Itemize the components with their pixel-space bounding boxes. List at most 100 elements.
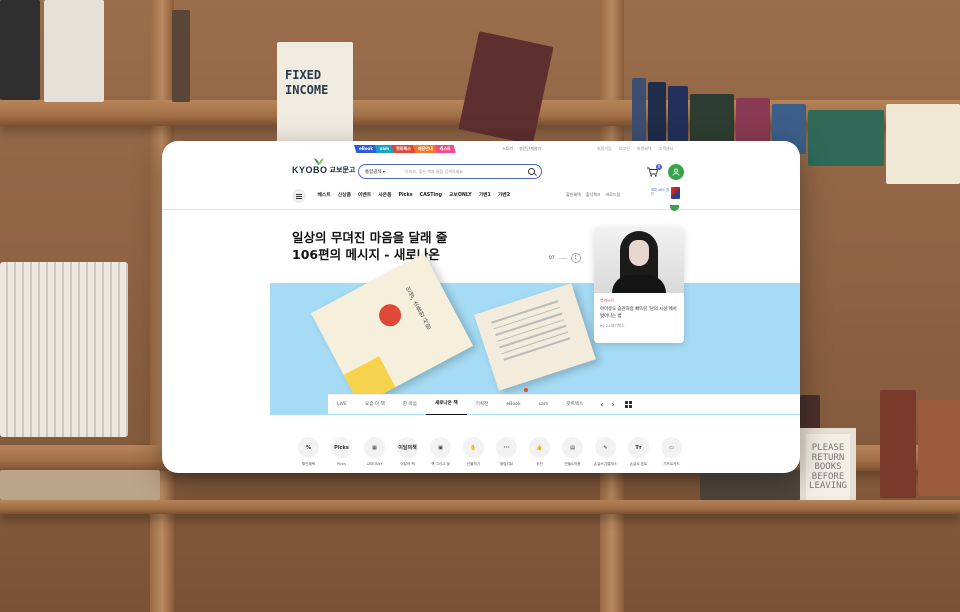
quick-link[interactable]: Picks Picks	[325, 437, 358, 467]
main-nav: 베스트 신상품 이벤트 사은품 Picks CASTing 교보ONLY 가벤1…	[292, 189, 514, 203]
service-tab[interactable]: 캐스트	[434, 145, 456, 153]
hero-title-line1: 일상의 무뎌진 마음을 달래 줄	[292, 230, 448, 245]
leaf-icon	[314, 158, 324, 165]
shelf-book	[700, 470, 800, 500]
quick-link-label: 기프트카드	[663, 462, 680, 466]
shelf-book	[886, 104, 960, 184]
tab-hottracks[interactable]: 핫트랙스	[557, 395, 592, 415]
quick-link[interactable]: Tт 손글씨 폰트	[622, 437, 655, 467]
tab-special[interactable]: 기획전	[467, 395, 498, 415]
quick-link[interactable]: ✋ 선물하기	[457, 437, 490, 467]
quick-link-label: 만들&작품	[564, 462, 581, 466]
search-input[interactable]: 아이브, 좋은 책과 통합 검색하세요	[399, 169, 528, 175]
discount-link[interactable]: 할인혜택	[566, 192, 581, 198]
quick-link-label: 할인혜택	[301, 462, 316, 466]
my-page-button[interactable]	[668, 164, 684, 180]
nav-best[interactable]: 베스트	[314, 189, 334, 203]
bookcast-tag: 북캐스트	[600, 298, 615, 303]
tab-new-books[interactable]: 새로나온 책	[425, 394, 467, 415]
hero-tabs: LIVE 요즘 이 책 한 마음 새로나온 책 기획전 eBook sam 핫트…	[328, 394, 800, 415]
top-bar: eBook sam 핫트랙스 매장안내 캐스트 스토리 설문단계설기 회원가입 로그인 …	[162, 141, 800, 155]
pen-icon: ✎	[595, 437, 616, 458]
search-icon[interactable]	[528, 168, 535, 175]
quick-link-label: 중립리뷰	[499, 462, 514, 466]
nav-event[interactable]: 이벤트	[352, 189, 375, 203]
service-tab[interactable]: sam	[374, 145, 395, 153]
quick-links: % 할인혜택 Picks Picks ▦ 교보ONLY 이달의책 이달의 책 ▣ 책 그리고 꽃 ✋…	[292, 437, 688, 467]
hand-icon: ✋	[463, 437, 484, 458]
search-scope-select[interactable]: 통합검색	[365, 169, 399, 175]
grid-view-icon[interactable]	[624, 401, 632, 408]
tab-mind[interactable]: 한 마음	[394, 395, 426, 415]
search-bar[interactable]: 통합검색 아이브, 좋은 책과 통합 검색하세요	[358, 164, 542, 179]
quick-link[interactable]: ✎ 손글쓰기클래스	[589, 437, 622, 467]
quick-link-label: 교보ONLY	[366, 462, 383, 466]
util-link[interactable]: 설문단계설기	[519, 145, 541, 153]
quick-link[interactable]: ▦ 교보ONLY	[358, 437, 391, 467]
service-tab[interactable]: 매장안내	[412, 145, 438, 153]
quick-link[interactable]: 👍 추천	[523, 437, 556, 467]
shelf-book	[0, 470, 160, 500]
chevron-left-icon[interactable]: ‹	[600, 400, 603, 409]
quick-link-label: 이달의 책	[400, 462, 415, 466]
pager-progress	[558, 257, 567, 259]
util-link[interactable]: 스토리	[502, 145, 513, 153]
service-tab[interactable]: 핫트랙스	[391, 145, 416, 153]
nav-gift[interactable]: 사은품	[373, 189, 395, 203]
top-button[interactable]	[670, 205, 679, 211]
nav-casting[interactable]: CASTing	[414, 189, 445, 203]
promo-book-thumb	[671, 187, 680, 199]
quick-link[interactable]: ▣ 책 그리고 꽃	[424, 437, 457, 467]
nav-right-links: 할인혜택 출석체크 바로드림	[566, 192, 620, 198]
benefits-link[interactable]: 회원혜택	[637, 145, 652, 153]
daily-icon: 이달의책	[397, 437, 418, 458]
attendance-link[interactable]: 출석체크	[586, 192, 601, 198]
promo-text: 최대 40% 할인	[651, 188, 669, 196]
quick-link-label: 손글쓰기클래스	[593, 462, 618, 466]
tab-trending[interactable]: 요즘 이 책	[356, 395, 394, 415]
chevron-right-icon[interactable]: ›	[611, 400, 614, 409]
shelf-book	[880, 390, 916, 498]
quick-link-label: 손글씨 폰트	[629, 462, 648, 466]
quick-link[interactable]: 이달의책이달의 책	[391, 437, 424, 467]
quick-link[interactable]: ··· 중립리뷰	[490, 437, 523, 467]
bookcast-card[interactable]: 북캐스트 아이유도 습관처럼 빠뜨린 '남의 시선'에서 벗어나는 법 by 2…	[594, 227, 684, 343]
text-icon: Tт	[628, 437, 649, 458]
nav-gaben2[interactable]: 가벤2	[492, 189, 513, 203]
return-books-sign: PLEASE RETURN BOOKS BEFORE LEAVING	[800, 428, 856, 508]
quick-link[interactable]: ▤ 만들&작품	[556, 437, 589, 467]
hero-pager: 07 1	[549, 253, 581, 263]
customer-center-link[interactable]: 고객센터	[659, 145, 674, 153]
quick-link-label: Picks	[336, 462, 347, 466]
quick-link[interactable]: % 할인혜택	[292, 437, 325, 467]
menu-button[interactable]	[292, 189, 306, 203]
shelf-book	[44, 0, 104, 102]
shelf-book	[172, 10, 190, 102]
fixed-income-book: FIXED INCOME	[277, 42, 353, 142]
nav-new[interactable]: 신상품	[332, 189, 354, 203]
hamburger-icon	[296, 193, 302, 195]
shelf-book	[648, 82, 666, 142]
signup-link[interactable]: 회원가입	[597, 145, 612, 153]
tulip-flower	[375, 300, 405, 331]
promo-banner[interactable]: 최대 40% 할인	[651, 187, 681, 201]
quick-link[interactable]: ▭ 기프트카드	[655, 437, 688, 467]
percent-icon: %	[298, 437, 319, 458]
bookcast-author: by 21세기북스	[600, 323, 625, 328]
gift-icon: ▦	[364, 437, 385, 458]
login-link[interactable]: 로그인	[619, 145, 630, 153]
shelf-board	[0, 500, 960, 514]
thumb-icon: 👍	[529, 437, 550, 458]
service-tab[interactable]: eBook	[354, 145, 378, 153]
tab-live[interactable]: LIVE	[328, 395, 356, 415]
kyobo-logo[interactable]: KYOBO 교보문고	[292, 158, 355, 175]
member-links: 회원가입 로그인 회원혜택 고객센터	[597, 145, 673, 153]
nav-kyobo-only[interactable]: 교보ONLY	[444, 189, 476, 203]
pager-next-button[interactable]: 1	[570, 253, 581, 263]
baro-link[interactable]: 바로드림	[605, 192, 620, 198]
tab-sam[interactable]: sam	[530, 395, 558, 415]
book-title: FIXED INCOME	[285, 68, 329, 97]
tab-ebook[interactable]: eBook	[497, 395, 529, 415]
nav-picks[interactable]: Picks	[393, 189, 416, 203]
pager-current: 07	[549, 255, 555, 261]
